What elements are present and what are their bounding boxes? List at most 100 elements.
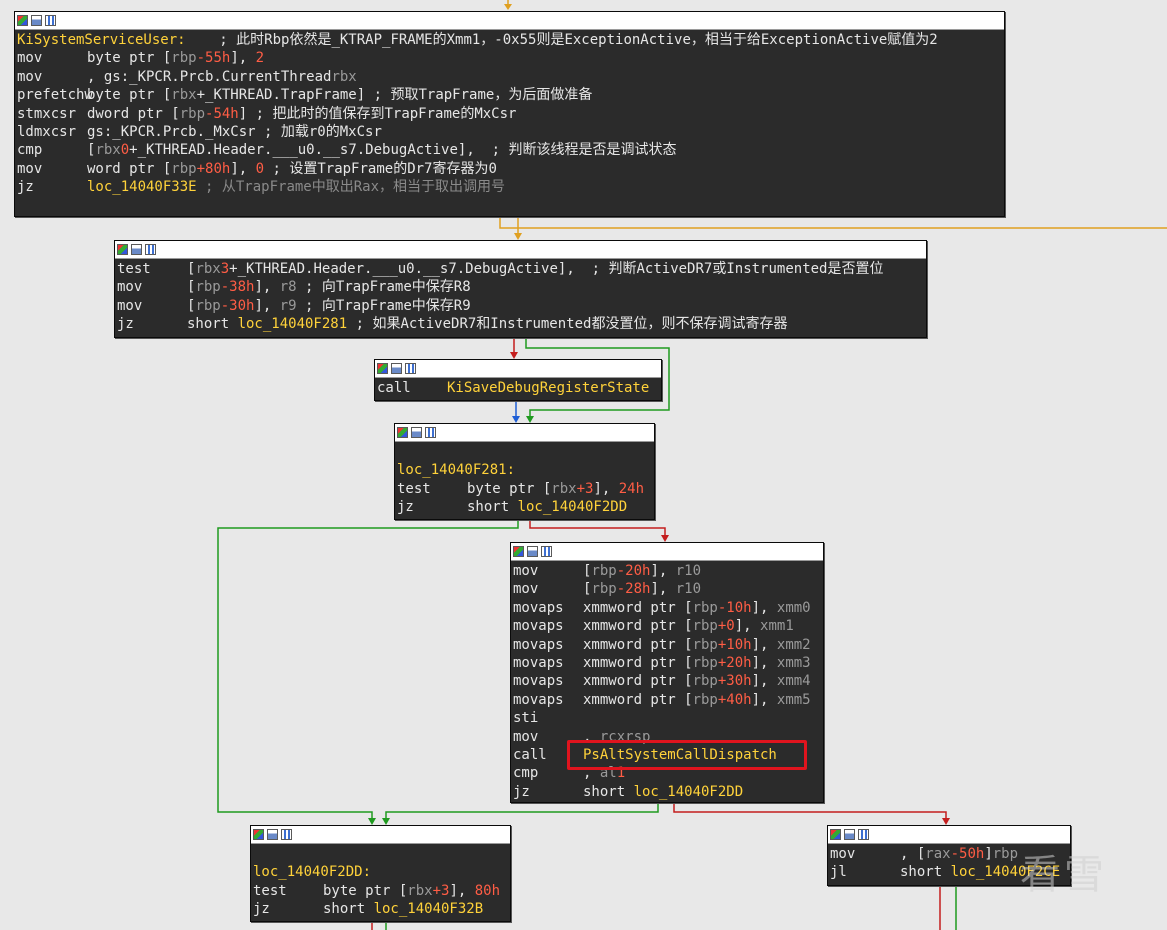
register: rbx <box>171 87 197 104</box>
edge-n1-n2-arrow <box>514 233 522 240</box>
mnemonic: test <box>117 261 151 277</box>
register: rbx <box>551 480 577 497</box>
code-block-loc-14040f281[interactable]: loc_14040F281: test byte ptr [rbx+3], 24h j… <box>394 423 655 520</box>
code-line[interactable]: mov [rbp-20h], r10 <box>513 562 821 580</box>
register: rbp <box>591 581 617 598</box>
immediate: -30h <box>220 297 255 314</box>
code-line[interactable]: movaps xmmword ptr [rbp+40h], xmm5 <box>513 691 821 709</box>
code-line[interactable]: prefetchwbyte ptr [rbx+_KTHREAD.TrapFram… <box>17 86 1002 104</box>
graph-view-icon[interactable] <box>830 829 841 840</box>
code-line[interactable]: movaps xmmword ptr [rbp+30h], xmm4 <box>513 672 821 690</box>
operand-text: ], <box>593 480 619 497</box>
register: rbp <box>692 654 718 671</box>
immediate: 3 <box>220 261 230 277</box>
comment: ; 设置TrapFrame的Dr7寄存器为0 <box>272 160 497 177</box>
graph-view-icon[interactable] <box>397 427 408 438</box>
code-line[interactable]: stmxcsr dword ptr [rbp-54h] ; 把此时的值保存到Tra… <box>17 105 1002 123</box>
edit-color-icon[interactable] <box>844 829 855 840</box>
group-nodes-icon[interactable] <box>45 15 56 26</box>
block-header <box>375 360 661 378</box>
graph-view-icon[interactable] <box>253 829 264 840</box>
operand-text: xmmword ptr [ <box>583 636 693 653</box>
operand-text: xmmword ptr [ <box>583 691 693 708</box>
mnemonic: movaps <box>513 618 564 635</box>
register: rbp <box>692 673 718 690</box>
operand-text: short <box>467 499 518 516</box>
code-line[interactable]: mov [rbp-28h], r10 <box>513 580 821 598</box>
mnemonic: mov <box>117 279 143 296</box>
graph-view-icon[interactable] <box>377 363 388 374</box>
group-nodes-icon[interactable] <box>541 546 552 557</box>
graph-view-icon[interactable] <box>513 546 524 557</box>
code-block-save-debug-registers[interactable]: call KiSaveDebugRegisterState <box>374 359 662 401</box>
code-line[interactable]: call KiSaveDebugRegisterState <box>377 379 659 397</box>
code-block-debugactive-test[interactable]: test [rbx3+_KTHREAD.Header.___u0.__s7.Deb… <box>114 240 927 338</box>
edit-color-icon[interactable] <box>411 427 422 438</box>
mnemonic: jz <box>253 901 270 918</box>
code-line[interactable]: test byte ptr [rbx+3], 24h <box>397 480 652 498</box>
operand-text: gs:_KPCR.Prcb._MxCsr <box>87 123 256 140</box>
code-line[interactable]: loc_14040F281: <box>397 461 652 479</box>
code-line[interactable]: mov word ptr [rbp+80h], 0 ; 设置TrapFrame的D… <box>17 160 1002 178</box>
code-line[interactable]: test [rbx3+_KTHREAD.Header.___u0.__s7.Deb… <box>117 260 924 278</box>
graph-view-icon[interactable] <box>17 15 28 26</box>
immediate: 80h <box>474 882 501 899</box>
immediate: 2 <box>255 50 265 67</box>
operand-text: byte ptr [ <box>467 480 552 497</box>
code-line[interactable]: mov , gs:_KPCR.Prcb.CurrentThreadrbx <box>17 68 1002 86</box>
code-line[interactable]: jz short loc_14040F2DD <box>397 498 652 516</box>
block-body: loc_14040F2DD: test byte ptr [rbx+3], 80h j… <box>251 844 510 922</box>
edge-jump-out <box>499 216 1167 229</box>
code-line[interactable]: ldmxcsr gs:_KPCR.Prcb._MxCsr ; 加载r0的MxCsr <box>17 123 1002 141</box>
code-block-kisystemserviceuser[interactable]: KiSystemServiceUser: ; 此时Rbp依然是_KTRAP_FR… <box>14 11 1005 217</box>
code-line[interactable]: jz loc_14040F33E ; 从TrapFrame中取出Rax，相当于取出… <box>17 178 1002 196</box>
edit-color-icon[interactable] <box>267 829 278 840</box>
code-line[interactable] <box>253 845 508 863</box>
operand-text: ], <box>751 599 777 616</box>
code-line[interactable]: test byte ptr [rbx+3], 80h <box>253 882 508 900</box>
mnemonic: movaps <box>513 691 564 708</box>
register: rbp <box>171 50 197 67</box>
block-header <box>15 12 1004 30</box>
register: xmm4 <box>776 673 811 690</box>
block-body: test [rbx3+_KTHREAD.Header.___u0.__s7.Deb… <box>115 259 926 337</box>
code-line[interactable]: KiSystemServiceUser: ; 此时Rbp依然是_KTRAP_FR… <box>17 31 1002 49</box>
comment: ; 此时Rbp依然是_KTRAP_FRAME的Xmm1，-0x55则是Excep… <box>219 32 938 48</box>
code-block-loc-14040f2dd[interactable]: loc_14040F2DD: test byte ptr [rbx+3], 80h j… <box>250 825 511 922</box>
operand-text: ] <box>984 846 993 862</box>
group-nodes-icon[interactable] <box>858 829 869 840</box>
operand-text: dword ptr [ <box>87 105 180 122</box>
register: rbp <box>692 599 718 616</box>
group-nodes-icon[interactable] <box>145 244 156 255</box>
edit-color-icon[interactable] <box>131 244 142 255</box>
code-line[interactable]: jz short loc_14040F32B <box>253 900 508 918</box>
group-nodes-icon[interactable] <box>405 363 416 374</box>
comment: ; 加载r0的MxCsr <box>264 123 382 140</box>
graph-view-icon[interactable] <box>117 244 128 255</box>
operand-text: short <box>323 901 374 918</box>
code-line[interactable]: jz short loc_14040F281 ; 如果ActiveDR7和Inst… <box>117 315 924 333</box>
edit-color-icon[interactable] <box>31 15 42 26</box>
code-line[interactable]: mov [rbp-30h], r9 ; 向TrapFrame中保存R9 <box>117 297 924 315</box>
group-nodes-icon[interactable] <box>281 829 292 840</box>
edit-color-icon[interactable] <box>391 363 402 374</box>
code-line[interactable]: movaps xmmword ptr [rbp-10h], xmm0 <box>513 599 821 617</box>
code-line[interactable]: sti <box>513 709 821 727</box>
code-line[interactable]: mov [rbp-38h], r8 ; 向TrapFrame中保存R8 <box>117 278 924 296</box>
edit-color-icon[interactable] <box>527 546 538 557</box>
group-nodes-icon[interactable] <box>425 427 436 438</box>
code-line[interactable]: movaps xmmword ptr [rbp+20h], xmm3 <box>513 654 821 672</box>
target-label: loc_14040F2DD <box>633 783 744 800</box>
edge-n5-n6 <box>385 802 659 820</box>
code-line[interactable]: mov byte ptr [rbp-55h], 2 <box>17 49 1002 67</box>
code-line[interactable] <box>397 443 652 461</box>
code-line[interactable]: movaps xmmword ptr [rbp+10h], xmm2 <box>513 636 821 654</box>
mnemonic: mov <box>17 50 43 67</box>
register: rbx <box>407 882 433 899</box>
code-line[interactable]: jz short loc_14040F2DD <box>513 783 821 801</box>
code-line[interactable]: movaps xmmword ptr [rbp+0], xmm1 <box>513 617 821 635</box>
register: xmm5 <box>776 691 811 708</box>
code-line[interactable]: cmp [rbx0+_KTHREAD.Header.___u0.__s7.Debu… <box>17 141 1002 159</box>
register: r8 <box>279 279 297 296</box>
code-line[interactable]: loc_14040F2DD: <box>253 863 508 881</box>
